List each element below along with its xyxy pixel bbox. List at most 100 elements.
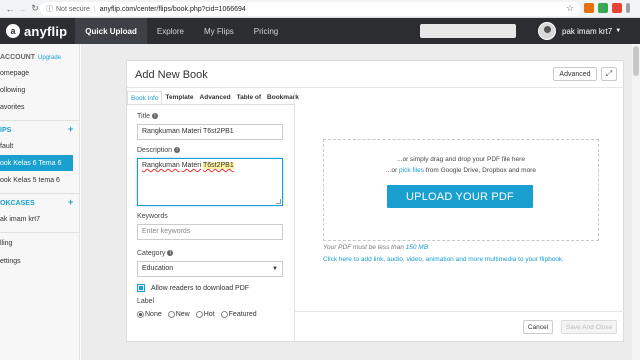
description-textarea[interactable]: Rangkuman Materi T6st2PB1 bbox=[137, 158, 283, 206]
add-flip-plus-icon[interactable]: + bbox=[68, 124, 73, 134]
sidebar-divider bbox=[0, 120, 80, 121]
forward-arrow-icon[interactable]: → bbox=[16, 3, 28, 15]
sidebar-item-favorites[interactable]: avorites bbox=[0, 104, 25, 111]
expand-icon[interactable]: ⤢ bbox=[601, 67, 617, 81]
avatar[interactable] bbox=[538, 22, 556, 40]
sidebar-item-homepage[interactable]: omepage bbox=[0, 70, 29, 77]
add-new-book-dialog: Add New Book Advanced ⤢ Book Info Templa… bbox=[126, 60, 624, 342]
radio-label: None bbox=[145, 311, 162, 318]
sidebar-item-active-book[interactable]: ook Kelas 6 Tema 6 bbox=[0, 155, 73, 171]
radio-option-new[interactable]: New bbox=[167, 311, 190, 318]
radio-option-hot[interactable]: Hot bbox=[195, 311, 215, 318]
category-label-text: Category bbox=[137, 250, 166, 257]
sidebar-item-bookcase[interactable]: ak imam krt7 bbox=[0, 216, 40, 223]
add-bookcase-plus-icon[interactable]: + bbox=[68, 197, 73, 207]
menu-dots-icon[interactable] bbox=[626, 3, 630, 13]
header-search-input[interactable] bbox=[420, 24, 516, 38]
title-label-text: Title bbox=[137, 113, 150, 120]
keywords-label: Keywords bbox=[137, 213, 168, 220]
label-radio-group: None New Hot Featured bbox=[137, 311, 263, 318]
dialog-footer-divider bbox=[294, 311, 624, 312]
allow-download-label: Allow readers to download PDF bbox=[151, 284, 250, 292]
save-and-close-button[interactable]: Save And Close bbox=[561, 320, 617, 334]
category-value: Education bbox=[142, 265, 174, 272]
sidebar-item-following[interactable]: ollowing bbox=[0, 87, 25, 94]
user-menu[interactable]: pak imam krt7 ▼ bbox=[538, 22, 621, 40]
extension-icon[interactable] bbox=[598, 3, 608, 13]
upgrade-link[interactable]: Upgrade bbox=[38, 55, 61, 61]
radio-label: Hot bbox=[203, 311, 215, 318]
cancel-button[interactable]: Cancel bbox=[523, 320, 553, 334]
allow-download-checkbox[interactable] bbox=[137, 284, 145, 292]
add-multimedia-link[interactable]: Click here to add link, audio, video, an… bbox=[323, 256, 564, 263]
anyflip-logo-icon: a bbox=[6, 24, 20, 38]
sidebar-item-settings[interactable]: ettings bbox=[0, 258, 21, 265]
url-separator: | bbox=[93, 5, 96, 13]
radio-button[interactable] bbox=[167, 311, 175, 318]
pick-files-link[interactable]: pick files bbox=[399, 167, 424, 174]
tab-template[interactable]: Template bbox=[162, 91, 196, 105]
nav-explore[interactable]: Explore bbox=[147, 18, 194, 44]
radio-label: Featured bbox=[228, 311, 257, 318]
logo-text: anyflip bbox=[24, 23, 68, 39]
user-name: pak imam krt7 bbox=[562, 26, 613, 36]
description-word: Rangkuman bbox=[142, 162, 180, 169]
main-nav: Quick Upload Explore My Flips Pricing bbox=[75, 18, 288, 44]
nav-my-flips[interactable]: My Flips bbox=[194, 18, 244, 44]
bookmark-star-icon[interactable]: ☆ bbox=[566, 3, 574, 14]
radio-button[interactable] bbox=[220, 311, 228, 318]
from-text: from Google Drive, Dropbox and more bbox=[423, 167, 536, 174]
nav-quick-upload[interactable]: Quick Upload bbox=[75, 18, 147, 44]
size-limit-value: 150 MB bbox=[405, 244, 429, 251]
upload-pdf-button[interactable]: UPLOAD YOUR PDF bbox=[387, 185, 533, 208]
page-scrollbar[interactable] bbox=[632, 44, 640, 360]
nav-pricing[interactable]: Pricing bbox=[244, 18, 288, 44]
sidebar-account-heading: ACCOUNT Upgrade bbox=[0, 54, 61, 61]
sidebar-item-book[interactable]: ook Kelas 5 tema 6 bbox=[0, 177, 60, 184]
radio-option-none[interactable]: None bbox=[137, 311, 162, 318]
logo[interactable]: a anyflip bbox=[6, 24, 67, 39]
advanced-button[interactable]: Advanced bbox=[553, 67, 597, 81]
category-select[interactable]: Education ▼ bbox=[137, 261, 283, 277]
info-icon[interactable]: i bbox=[174, 147, 181, 154]
description-label: Description i bbox=[137, 147, 181, 154]
size-limit-note: Your PDF must be less than 150 MB bbox=[323, 244, 428, 251]
category-label: Category i bbox=[137, 250, 174, 257]
tab-bookmark[interactable]: Bookmark bbox=[264, 91, 302, 105]
dialog-header-divider bbox=[127, 87, 623, 88]
book-tabs: Book Info Template Advanced Table of Boo… bbox=[127, 91, 302, 105]
tab-advanced[interactable]: Advanced bbox=[197, 91, 234, 105]
extension-icon[interactable] bbox=[612, 3, 622, 13]
radio-option-featured[interactable]: Featured bbox=[220, 311, 257, 318]
info-icon[interactable]: i bbox=[167, 250, 174, 257]
security-label: Not secure bbox=[56, 5, 90, 13]
tab-book-info[interactable]: Book Info bbox=[127, 91, 163, 105]
description-word: T6st2PB1 bbox=[202, 162, 234, 169]
app-header: a anyflip Quick Upload Explore My Flips … bbox=[0, 18, 640, 44]
dialog-title: Add New Book bbox=[135, 69, 208, 81]
size-limit-prefix: Your PDF must be less than bbox=[323, 244, 406, 251]
radio-button[interactable] bbox=[137, 311, 144, 318]
allow-download-row[interactable]: Allow readers to download PDF bbox=[137, 284, 249, 292]
chevron-down-icon: ▼ bbox=[272, 266, 278, 272]
sidebar-item-billing[interactable]: lling bbox=[0, 240, 12, 247]
sidebar-divider bbox=[0, 193, 80, 194]
info-circle-icon[interactable]: ⓘ bbox=[46, 4, 53, 14]
radio-label: New bbox=[175, 311, 190, 318]
chevron-down-icon: ▼ bbox=[615, 28, 622, 34]
info-icon[interactable]: i bbox=[151, 113, 158, 120]
keywords-input[interactable]: Enter keywords bbox=[137, 224, 283, 240]
tab-table-of-contents[interactable]: Table of bbox=[234, 91, 264, 105]
title-label: Title i bbox=[137, 113, 158, 120]
back-arrow-icon[interactable]: ← bbox=[4, 3, 16, 15]
extensions-area bbox=[584, 3, 630, 13]
scrollbar-thumb[interactable] bbox=[633, 46, 639, 76]
sidebar-item-default[interactable]: fault bbox=[0, 143, 13, 150]
title-input[interactable]: Rangkuman Materi T6st2PB1 bbox=[137, 124, 283, 140]
resize-grip-icon[interactable] bbox=[276, 199, 281, 204]
sidebar-bookcases-heading: OKCASES bbox=[0, 200, 35, 207]
extension-icon[interactable] bbox=[584, 3, 594, 13]
address-bar[interactable]: ⓘ Not secure | anyflip.com/center/flips/… bbox=[40, 2, 580, 16]
radio-button[interactable] bbox=[195, 311, 203, 318]
sidebar-divider bbox=[0, 232, 80, 233]
